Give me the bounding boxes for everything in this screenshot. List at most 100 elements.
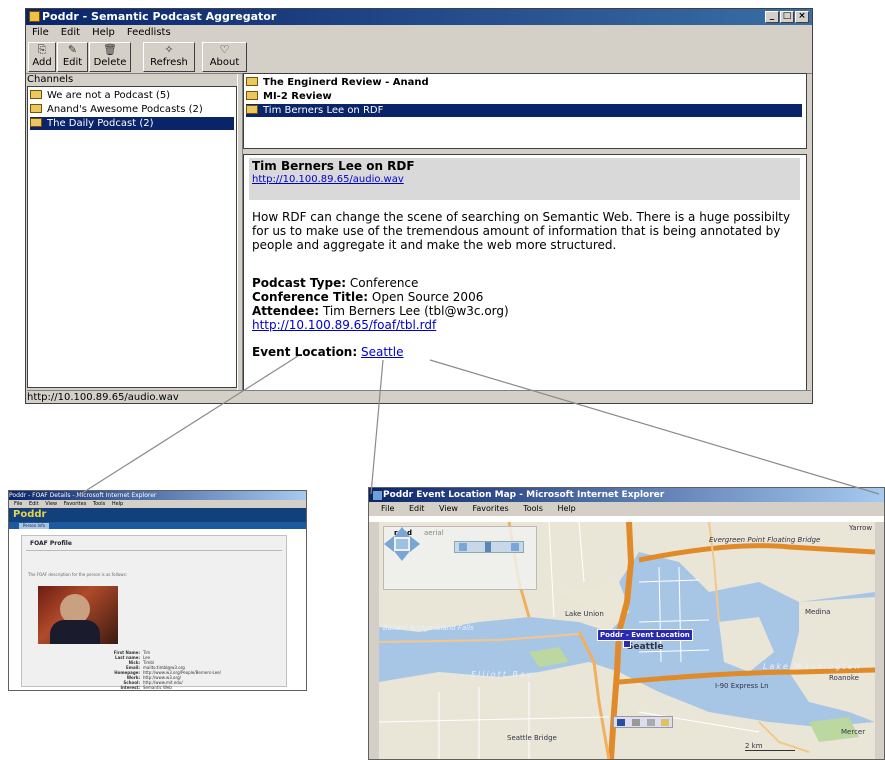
foaf-menu-file[interactable]: File bbox=[14, 501, 22, 507]
map-menu-view[interactable]: View bbox=[439, 504, 458, 513]
detail-header: Tim Berners Lee on RDF http://10.100.89.… bbox=[249, 158, 800, 200]
foaf-tab-bar bbox=[9, 522, 306, 529]
podcast-type-label: Podcast Type: bbox=[252, 276, 347, 290]
menu-help[interactable]: Help bbox=[86, 25, 121, 40]
arterial bbox=[379, 633, 580, 643]
map-label-lake-union: Lake Union bbox=[565, 610, 604, 618]
foaf-intro: The FOAF description for the person is a… bbox=[28, 572, 128, 577]
event-location-pin-label[interactable]: Poddr - Event Location bbox=[597, 629, 693, 641]
map-browser-window: Poddr Event Location Map - Microsoft Int… bbox=[368, 487, 885, 760]
podcast-icon bbox=[30, 90, 42, 99]
foaf-menu-view[interactable]: View bbox=[45, 501, 57, 507]
foaf-menu-help[interactable]: Help bbox=[112, 501, 123, 507]
foaf-browser-window: Poddr - FOAF Details - Microsoft Interne… bbox=[8, 490, 307, 691]
foaf-menu-edit[interactable]: Edit bbox=[29, 501, 39, 507]
menu-bar: File Edit Help Feedlists bbox=[26, 25, 812, 40]
conference-title-line: Conference Title: Open Source 2006 bbox=[252, 290, 483, 304]
podcast-icon bbox=[246, 91, 258, 100]
map-menu-tools[interactable]: Tools bbox=[523, 504, 543, 513]
app-icon bbox=[29, 11, 40, 22]
minimize-button[interactable]: _ bbox=[765, 11, 779, 23]
zoom-out-icon[interactable] bbox=[459, 543, 467, 551]
foaf-profile-card: FOAF Profile The FOAF description for th… bbox=[21, 535, 287, 690]
map-label-medina: Medina bbox=[805, 608, 831, 616]
folder-icon[interactable] bbox=[661, 719, 669, 726]
channel-item[interactable]: We are not a Podcast (5) bbox=[30, 89, 234, 102]
episode-item[interactable]: The Enginerd Review - Anand bbox=[246, 76, 802, 89]
add-icon: ⎘ bbox=[37, 43, 47, 56]
foaf-menu-bar: File Edit View Favorites Tools Help bbox=[9, 500, 306, 508]
foaf-link[interactable]: http://10.100.89.65/foaf/tbl.rdf bbox=[252, 318, 436, 332]
map-label-seattle: Seattle bbox=[627, 642, 664, 652]
land-east bbox=[789, 597, 875, 722]
channel-item-selected[interactable]: The Daily Podcast (2) bbox=[30, 117, 234, 130]
event-location-line: Event Location: Seattle bbox=[252, 345, 403, 359]
main-window: Poddr - Semantic Podcast Aggregator _ □ … bbox=[25, 8, 813, 404]
zoom-thumb[interactable] bbox=[485, 542, 491, 552]
attendee-value: Tim Berners Lee (tbl@w3c.org) bbox=[322, 304, 509, 318]
status-bar: http://10.100.89.65/audio.wav bbox=[27, 390, 811, 404]
audio-link[interactable]: http://10.100.89.65/audio.wav bbox=[252, 174, 404, 185]
map-window-title: Poddr Event Location Map - Microsoft Int… bbox=[383, 490, 665, 500]
map-view[interactable]: Lake Union Elliott Bay Lake Washington M… bbox=[379, 522, 875, 759]
episode-item-selected[interactable]: Tim Berners Lee on RDF bbox=[246, 104, 802, 117]
map-scale-bar: 2 km bbox=[745, 742, 795, 751]
edit-icon: ✎ bbox=[67, 43, 78, 56]
attendee-line: Attendee: Tim Berners Lee (tbl@w3c.org) bbox=[252, 304, 509, 318]
map-label-yarrow: Yarrow bbox=[849, 524, 873, 532]
channel-item[interactable]: Anand's Awesome Podcasts (2) bbox=[30, 103, 234, 116]
zoom-in-icon[interactable] bbox=[511, 543, 519, 551]
map-title-bar: Poddr Event Location Map - Microsoft Int… bbox=[369, 488, 884, 502]
map-menu-favorites[interactable]: Favorites bbox=[473, 504, 509, 513]
print-icon[interactable] bbox=[632, 719, 640, 726]
map-label-roanoke: Roanoke bbox=[829, 674, 859, 682]
speech-bubble-icon: ♡ bbox=[219, 43, 230, 56]
map-menu-file[interactable]: File bbox=[381, 504, 394, 513]
foaf-menu-favorites[interactable]: Favorites bbox=[64, 501, 87, 507]
map-controls: road aerial bbox=[383, 526, 537, 590]
podcast-icon bbox=[30, 104, 42, 113]
about-button[interactable]: ♡ About bbox=[202, 42, 247, 72]
episode-detail-pane: Tim Berners Lee on RDF http://10.100.89.… bbox=[243, 154, 807, 391]
maximize-button[interactable]: □ bbox=[780, 11, 794, 23]
foaf-banner: Poddr bbox=[9, 508, 306, 522]
zoom-slider[interactable] bbox=[454, 541, 524, 553]
channels-label: Channels bbox=[27, 74, 74, 85]
map-menu-edit[interactable]: Edit bbox=[409, 504, 425, 513]
foaf-page-body: FOAF Profile The FOAF description for th… bbox=[9, 529, 306, 690]
podcast-icon bbox=[246, 77, 258, 86]
map-label-ship-canal: Ballard Bridge Island Falls bbox=[383, 624, 474, 632]
map-label-elliott-bay: Elliott Bay bbox=[471, 670, 534, 679]
foaf-banner-title: Poddr bbox=[13, 509, 47, 520]
map-menu-bar: File Edit View Favorites Tools Help bbox=[369, 502, 884, 516]
close-button[interactable]: × bbox=[795, 11, 809, 23]
map-menu-help[interactable]: Help bbox=[557, 504, 575, 513]
park-area bbox=[529, 647, 569, 667]
trash-icon: 🗑 bbox=[103, 43, 117, 56]
event-location-label: Event Location: bbox=[252, 345, 358, 359]
map-tool-strip bbox=[613, 716, 673, 728]
edit-button[interactable]: ✎ Edit bbox=[57, 42, 88, 72]
save-icon[interactable] bbox=[617, 719, 625, 726]
podcast-type-value: Conference bbox=[349, 276, 419, 290]
delete-button[interactable]: 🗑 Delete bbox=[89, 42, 131, 72]
add-button[interactable]: ⎘ Add bbox=[28, 42, 56, 72]
title-bar: Poddr - Semantic Podcast Aggregator _ □ … bbox=[26, 9, 812, 25]
refresh-button[interactable]: ✧ Refresh bbox=[143, 42, 195, 72]
pan-control[interactable] bbox=[384, 527, 420, 561]
location-pin-icon[interactable] bbox=[623, 640, 631, 648]
tab-aerial[interactable]: aerial bbox=[424, 529, 444, 537]
person-photo bbox=[38, 586, 118, 644]
foaf-menu-tools[interactable]: Tools bbox=[93, 501, 105, 507]
email-icon[interactable] bbox=[647, 719, 655, 726]
menu-edit[interactable]: Edit bbox=[55, 25, 86, 40]
foaf-title-bar: Poddr - FOAF Details - Microsoft Interne… bbox=[9, 491, 306, 500]
episode-description: How RDF can change the scene of searchin… bbox=[252, 210, 791, 252]
event-location-link[interactable]: Seattle bbox=[361, 345, 403, 359]
menu-feedlists[interactable]: Feedlists bbox=[121, 25, 177, 40]
podcast-icon bbox=[30, 118, 42, 127]
conference-title-label: Conference Title: bbox=[252, 290, 369, 304]
menu-file[interactable]: File bbox=[26, 25, 55, 40]
podcast-icon bbox=[246, 105, 258, 114]
episode-item[interactable]: MI-2 Review bbox=[246, 90, 802, 103]
